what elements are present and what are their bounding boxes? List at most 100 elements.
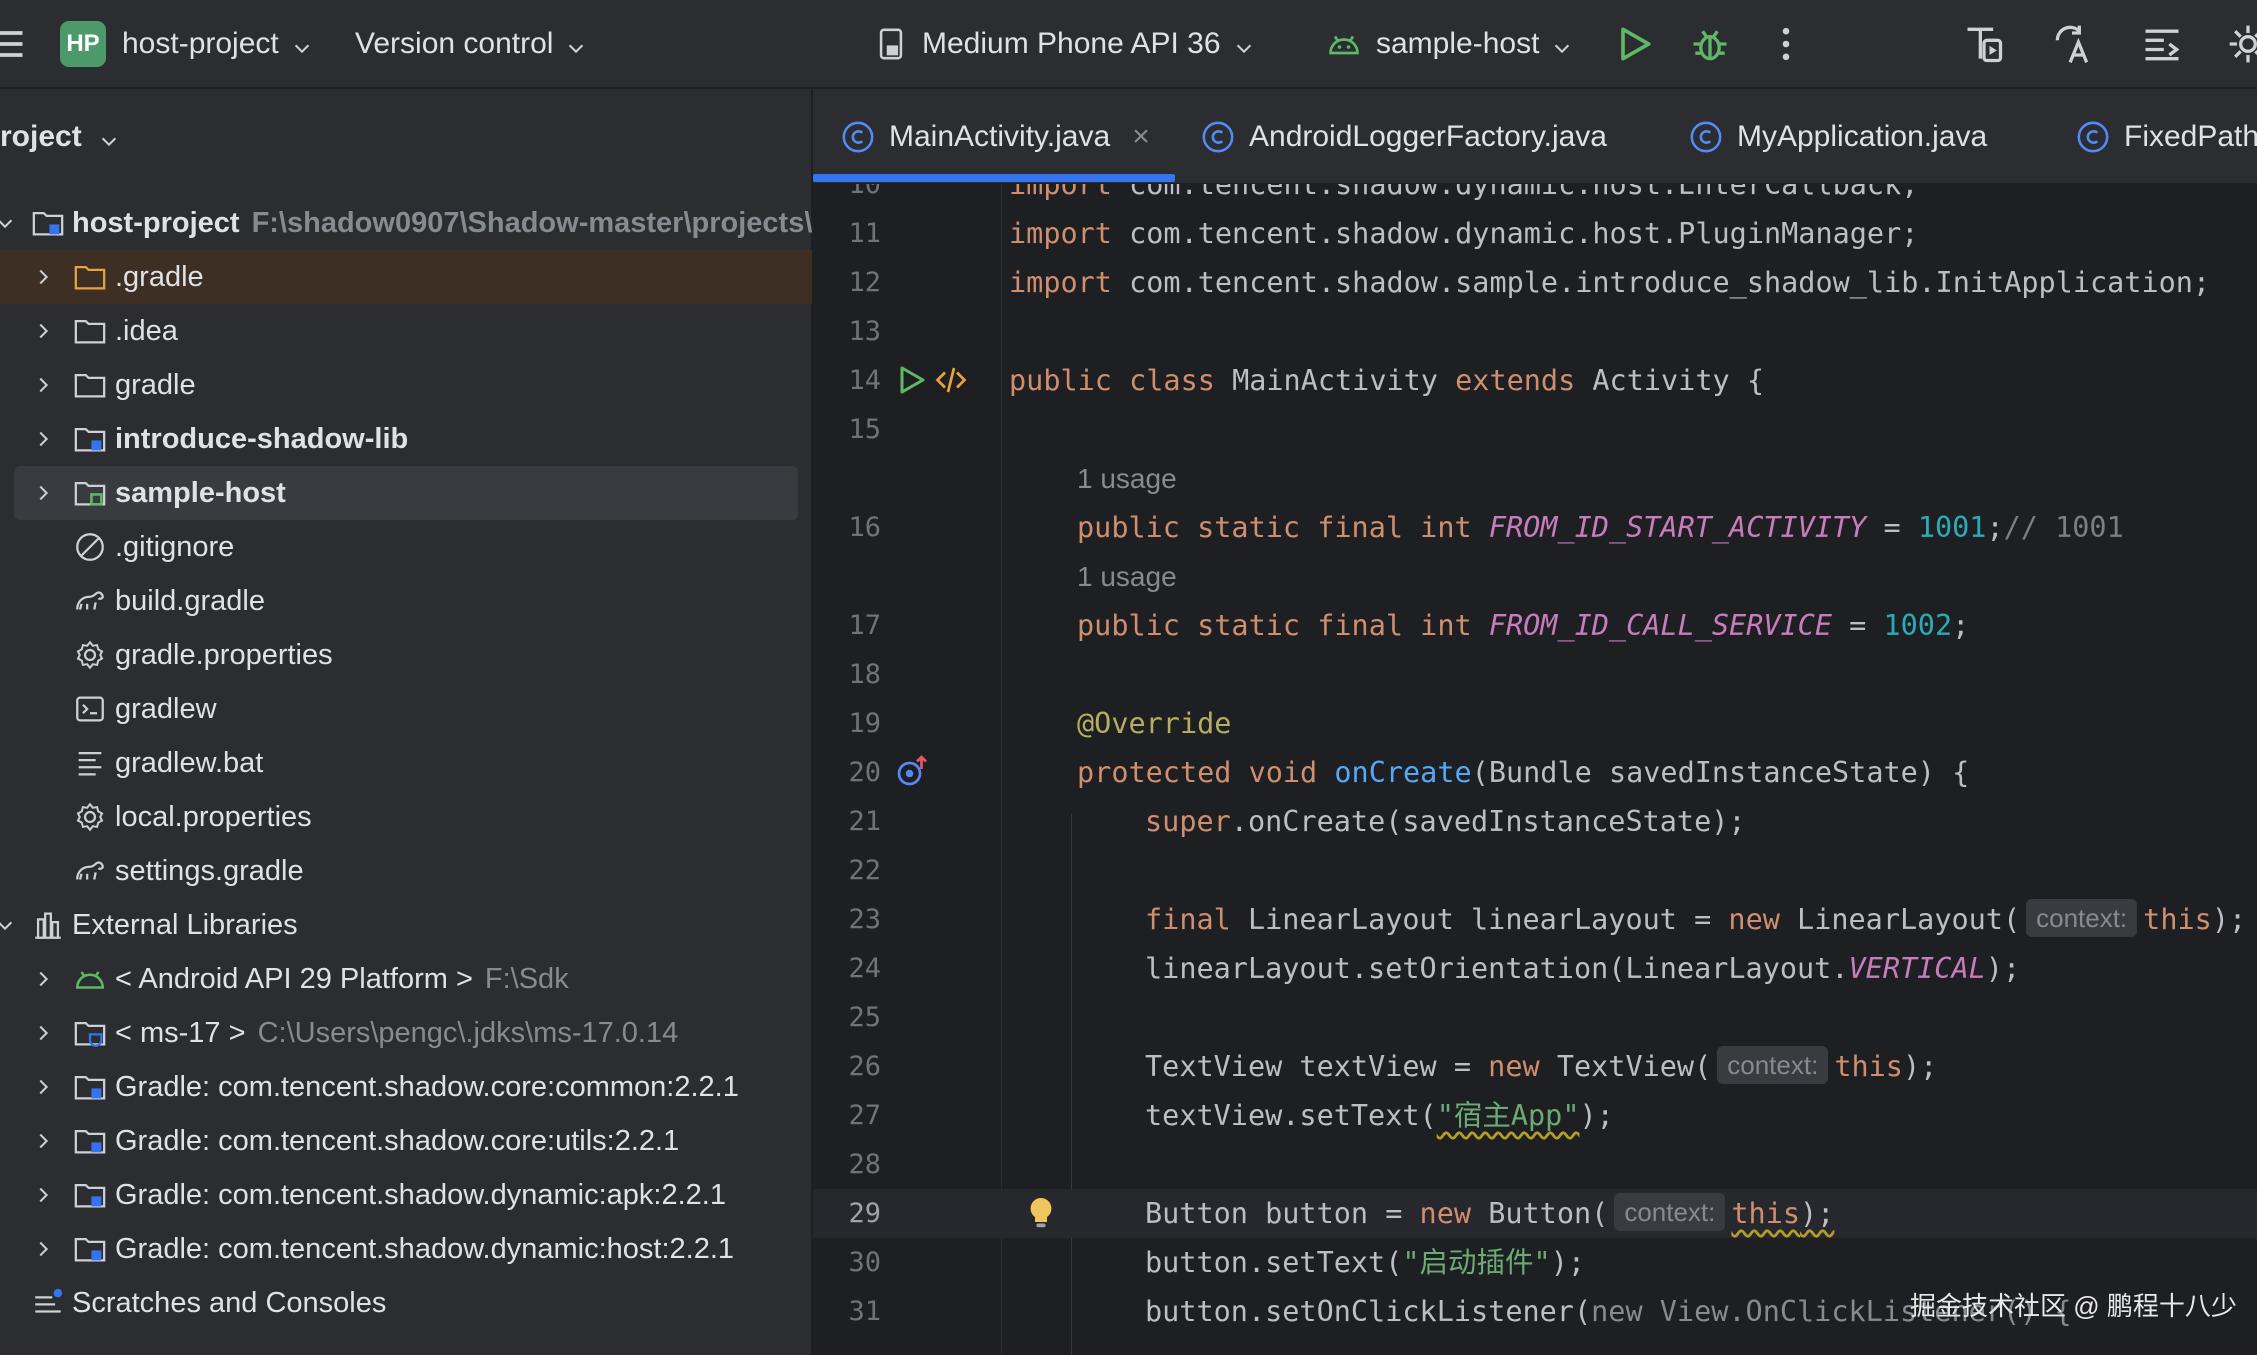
tree-lib-gradle-common[interactable]: Gradle: com.tencent.shadow.core:common:2… — [0, 1060, 812, 1114]
jdk-folder-icon — [72, 1015, 108, 1051]
usage-hint[interactable]: 1 usage — [1077, 454, 1177, 503]
chevron-right-icon[interactable] — [30, 966, 56, 992]
chevron-right-icon[interactable] — [30, 1182, 56, 1208]
device-manager-icon[interactable] — [1960, 20, 2008, 68]
tab-android-logger-factory[interactable]: AndroidLoggerFactory.java — [1201, 89, 1607, 184]
tree-item-path: C:\Users\pengc\.jdks\ms-17.0.14 — [257, 1016, 679, 1049]
gear-icon — [72, 637, 108, 673]
tree-lib-gradle-utils[interactable]: Gradle: com.tencent.shadow.core:utils:2.… — [0, 1114, 812, 1168]
tree-lib-jdk[interactable]: < ms-17 > C:\Users\pengc\.jdks\ms-17.0.14 — [0, 1006, 812, 1060]
close-icon[interactable]: × — [1132, 120, 1150, 154]
chevron-right-icon[interactable] — [30, 1020, 56, 1046]
run-gutter-icon[interactable] — [893, 362, 929, 398]
code-token: public class — [1009, 364, 1215, 397]
tree-external-libraries[interactable]: External Libraries — [0, 898, 812, 952]
library-bars-icon — [30, 907, 66, 943]
chevron-right-icon[interactable] — [30, 480, 56, 506]
java-class-icon — [1202, 121, 1234, 152]
tab-main-activity[interactable]: MainActivity.java × — [841, 89, 1150, 184]
usage-hint[interactable]: 1 usage — [1077, 552, 1177, 601]
folder-icon — [72, 367, 108, 403]
run-icon[interactable] — [1610, 20, 1658, 68]
tree-item-local-properties[interactable]: local.properties — [0, 790, 812, 844]
ignore-file-icon — [72, 529, 108, 565]
tree-item-gradle-properties[interactable]: gradle.properties — [0, 628, 812, 682]
tree-item-gitignore[interactable]: .gitignore — [0, 520, 812, 574]
tree-item-sample-host[interactable]: sample-host — [14, 466, 798, 520]
tree-lib-android-api[interactable]: < Android API 29 Platform > F:\Sdk — [0, 952, 812, 1006]
project-switcher[interactable]: HP host-project — [60, 0, 313, 88]
settings-icon[interactable] — [2224, 20, 2257, 68]
android-icon — [72, 961, 108, 997]
line-number: 20 — [848, 757, 881, 788]
gradle-elephant-icon — [72, 853, 108, 889]
tree-item-gradle-cache[interactable]: .gradle — [0, 250, 812, 304]
code-editor[interactable]: 10 import com.tencent.shadow.dynamic.hos… — [813, 184, 2257, 1355]
run-config-selector[interactable]: sample-host — [1326, 0, 1573, 88]
chevron-right-icon[interactable] — [30, 1236, 56, 1262]
override-method-icon[interactable] — [893, 754, 929, 790]
line-number: 14 — [848, 365, 881, 396]
tree-lib-gradle-apk[interactable]: Gradle: com.tencent.shadow.dynamic:apk:2… — [0, 1168, 812, 1222]
chevron-down-icon[interactable] — [0, 912, 18, 938]
structure-icon[interactable] — [2138, 20, 2186, 68]
tree-item-label: gradlew — [115, 692, 217, 725]
code-line: 27 textView.setText("宿主App"); — [813, 1091, 2257, 1140]
tree-item-gradle[interactable]: gradle — [0, 358, 812, 412]
debug-icon[interactable] — [1686, 20, 1734, 68]
tree-item-idea[interactable]: .idea — [0, 304, 812, 358]
tab-my-application[interactable]: MyApplication.java — [1689, 89, 1987, 184]
chevron-right-icon[interactable] — [30, 1128, 56, 1154]
code-line: 16 public static final int FROM_ID_START… — [813, 503, 2257, 552]
chevron-right-icon[interactable] — [30, 318, 56, 344]
code-annotation: @Override — [1077, 707, 1232, 740]
tree-item-build-gradle[interactable]: build.gradle — [0, 574, 812, 628]
tree-item-introduce-shadow-lib[interactable]: introduce-shadow-lib — [0, 412, 812, 466]
code-string: "启动插件" — [1402, 1246, 1551, 1279]
root-path: F:\shadow0907\Shadow-master\projects\sa — [251, 206, 812, 239]
chevron-right-icon[interactable] — [30, 372, 56, 398]
code-tag-icon[interactable] — [933, 362, 969, 398]
chevron-down-icon[interactable] — [0, 210, 18, 236]
line-number: 22 — [848, 855, 881, 886]
tree-item-settings-gradle[interactable]: settings.gradle — [0, 844, 812, 898]
vcs-menu[interactable]: Version control — [355, 0, 587, 88]
tree-lib-gradle-host[interactable]: Gradle: com.tencent.shadow.dynamic:host:… — [0, 1222, 812, 1276]
tree-item-label: gradle — [115, 368, 196, 401]
translate-icon[interactable] — [2048, 20, 2096, 68]
code-line: 21 super.onCreate(savedInstanceState); — [813, 797, 2257, 846]
tree-item-label: Gradle: com.tencent.shadow.dynamic:apk:2… — [115, 1178, 726, 1211]
code-line: 17 public static final int FROM_ID_CALL_… — [813, 601, 2257, 650]
scratches-icon — [30, 1285, 66, 1321]
code-token: this — [1834, 1050, 1903, 1083]
device-selector[interactable]: Medium Phone API 36 — [874, 0, 1255, 88]
tree-item-gradlew[interactable]: gradlew — [0, 682, 812, 736]
code-token: 1002 — [1883, 609, 1953, 642]
main-menu-icon[interactable] — [0, 20, 30, 68]
tree-scratches[interactable]: Scratches and Consoles — [0, 1276, 812, 1330]
lightbulb-icon[interactable] — [1023, 1195, 1059, 1231]
tree-root-host-project[interactable]: host-project F:\shadow0907\Shadow-master\… — [0, 196, 812, 250]
root-name: host-project — [72, 206, 240, 239]
line-number: 23 — [848, 904, 881, 935]
code-token: Activity { — [1575, 364, 1764, 397]
code-token: this — [2143, 903, 2212, 936]
phone-device-icon — [874, 27, 908, 61]
chevron-right-icon[interactable] — [30, 1074, 56, 1100]
more-actions-icon[interactable] — [1762, 20, 1810, 68]
gradle-elephant-icon — [72, 583, 108, 619]
line-number: 24 — [848, 953, 881, 984]
chevron-down-icon — [1551, 33, 1573, 55]
chevron-down-icon — [98, 126, 120, 148]
tree-item-gradlew-bat[interactable]: gradlew.bat — [0, 736, 812, 790]
chevron-right-icon[interactable] — [30, 264, 56, 290]
line-number: 27 — [848, 1100, 881, 1131]
tab-fixed-path[interactable]: FixedPathF — [2076, 89, 2257, 184]
code-token: button.setText( — [1145, 1246, 1403, 1279]
project-view-selector[interactable]: roject — [0, 89, 812, 184]
code-line: 28 — [813, 1140, 2257, 1189]
module-folder-icon — [30, 205, 66, 241]
android-icon — [1326, 26, 1362, 62]
chevron-right-icon[interactable] — [30, 426, 56, 452]
line-number: 13 — [848, 316, 881, 347]
